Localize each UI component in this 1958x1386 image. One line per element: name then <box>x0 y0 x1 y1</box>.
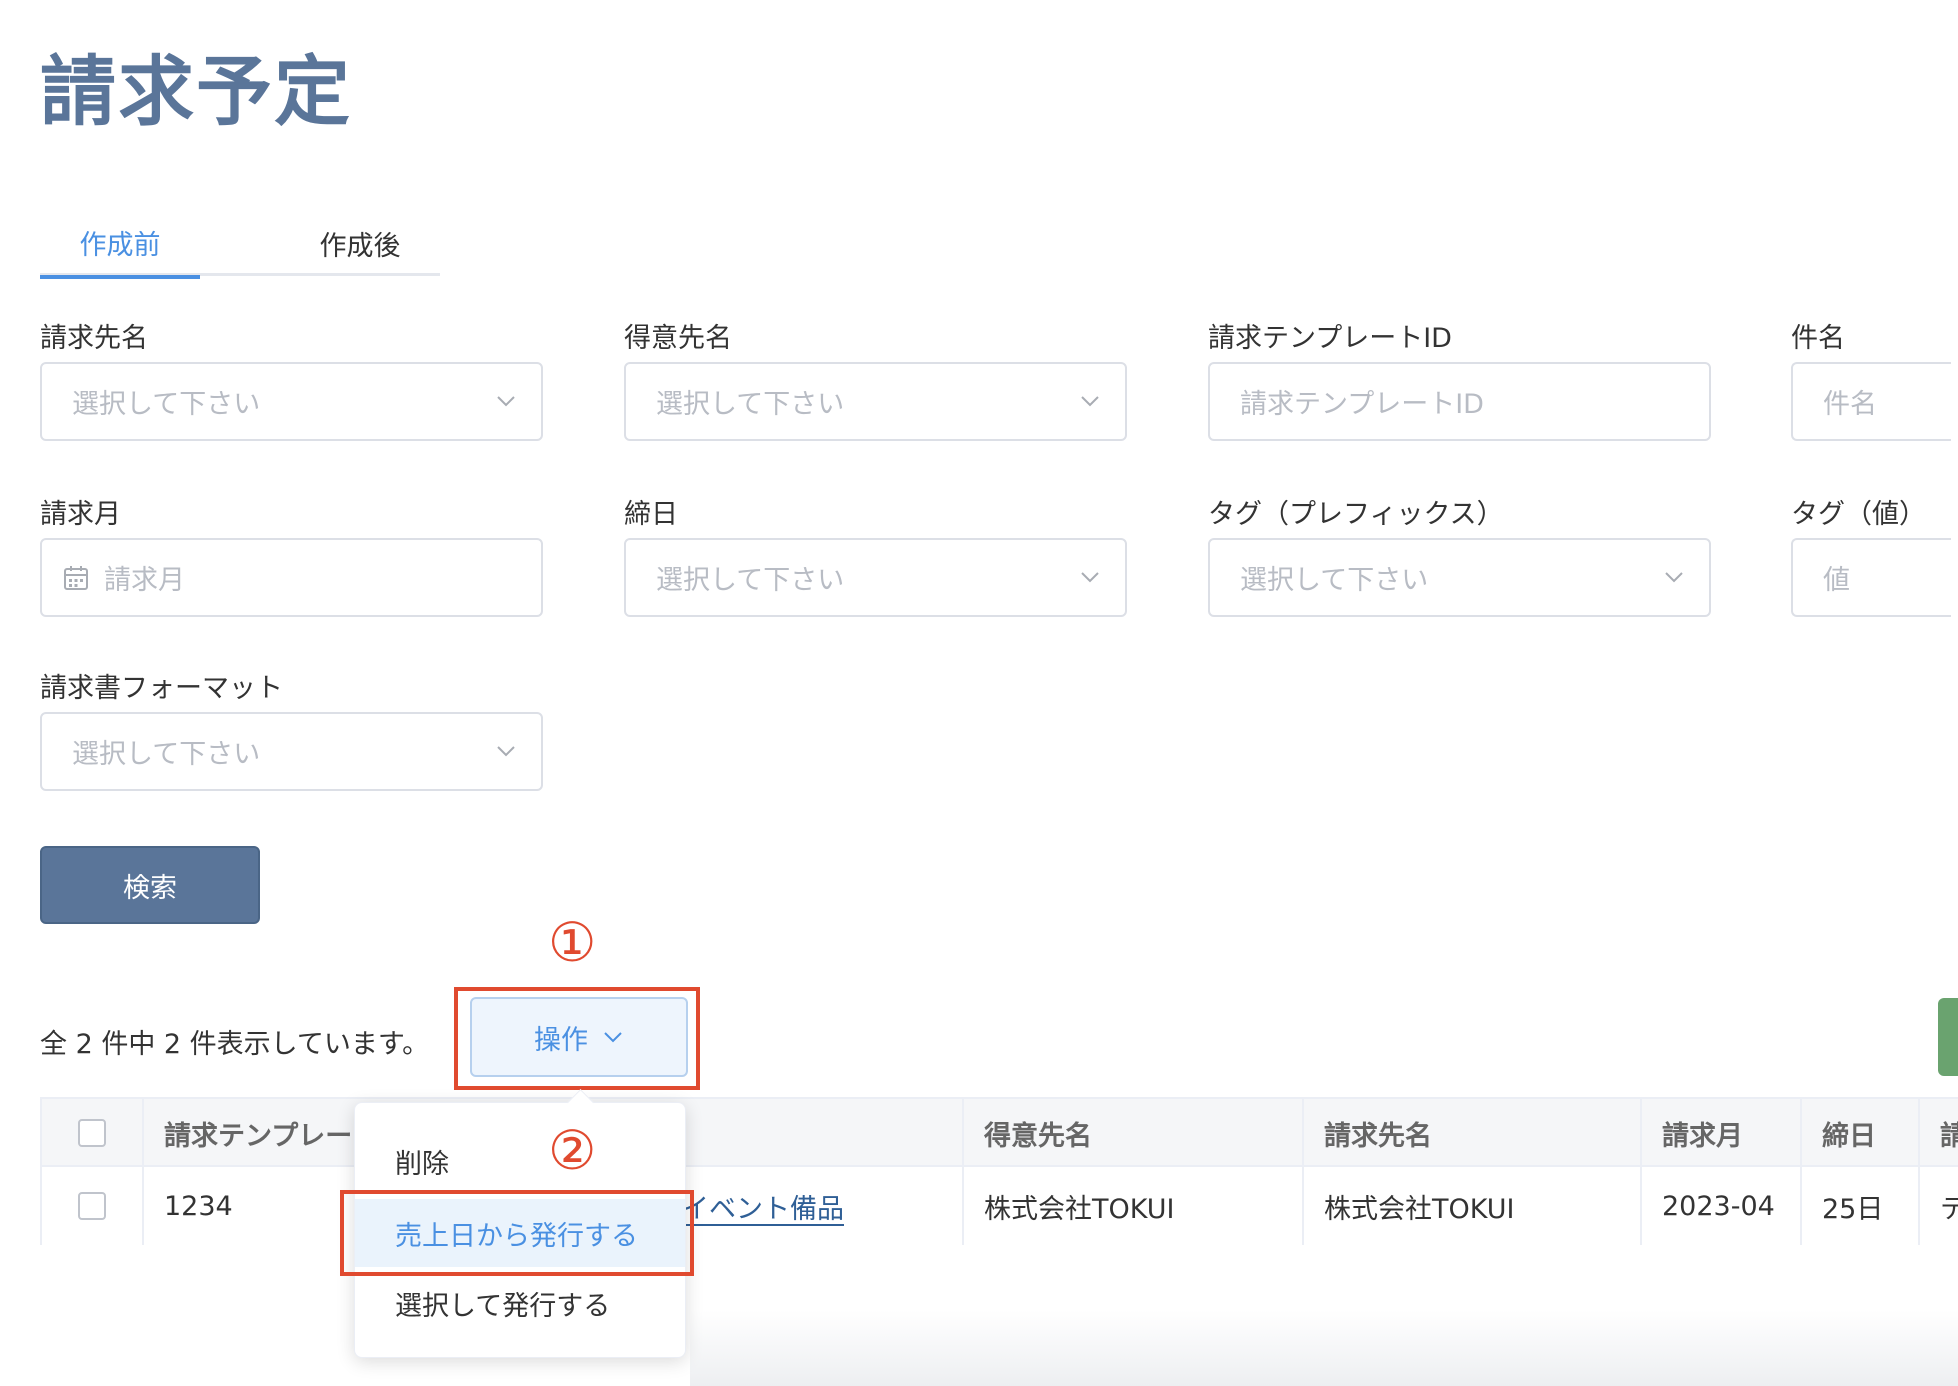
chevron-down-icon <box>1081 572 1099 583</box>
chevron-down-icon <box>497 396 515 407</box>
page-title: 請求予定 <box>40 47 352 136</box>
column-divider <box>1640 1099 1642 1245</box>
tag-prefix-label: タグ（プレフィックス） <box>1208 499 1504 530</box>
template-id-placeholder: 請求テンプレートID <box>1240 389 1484 420</box>
cell-subject[interactable]: イベント備品 <box>682 1167 844 1245</box>
column-divider <box>1302 1099 1304 1245</box>
annotation-highlight-menu-item <box>340 1190 694 1276</box>
subject-label: 件名 <box>1791 323 1845 354</box>
cell-template-id: 1234 <box>164 1190 233 1222</box>
header-truncated: 請 <box>1940 1120 1958 1152</box>
tag-prefix-select[interactable]: 選択して下さい <box>1208 538 1711 617</box>
closing-day-placeholder: 選択して下さい <box>656 565 845 596</box>
select-all-checkbox[interactable] <box>78 1119 106 1147</box>
tab-bar: 作成前 作成後 <box>40 210 440 279</box>
calendar-icon <box>64 565 88 590</box>
subject-link[interactable]: イベント備品 <box>682 1187 844 1226</box>
menu-item-delete[interactable]: 削除 <box>355 1127 685 1195</box>
chevron-down-icon <box>1665 572 1683 583</box>
billing-name-label: 請求先名 <box>40 323 148 354</box>
annotation-step-1: ① <box>548 911 597 974</box>
cell-closing-day: 25日 <box>1822 1193 1884 1225</box>
template-id-label: 請求テンプレートID <box>1208 323 1452 354</box>
cell-billing-month: 2023-04 <box>1662 1190 1775 1222</box>
tag-value-placeholder: 値 <box>1823 565 1850 596</box>
chevron-down-icon <box>497 746 515 757</box>
bottom-shadow <box>690 1310 1958 1386</box>
header-billing-month: 請求月 <box>1662 1120 1743 1152</box>
header-closing-day: 締日 <box>1822 1120 1876 1152</box>
column-divider <box>1800 1099 1802 1245</box>
cell-customer: 株式会社TOKUI <box>984 1193 1175 1225</box>
tag-value-input[interactable]: 値 <box>1791 538 1951 617</box>
cell-truncated: テ <box>1940 1193 1958 1225</box>
invoice-format-select[interactable]: 選択して下さい <box>40 712 543 791</box>
customer-name-select[interactable]: 選択して下さい <box>624 362 1127 441</box>
menu-item-select-and-issue[interactable]: 選択して発行する <box>355 1269 685 1337</box>
header-customer-name: 得意先名 <box>984 1120 1092 1152</box>
subject-input[interactable]: 件名 <box>1791 362 1951 441</box>
chevron-down-icon <box>1081 396 1099 407</box>
customer-name-placeholder: 選択して下さい <box>656 389 845 420</box>
closing-day-label: 締日 <box>624 499 678 530</box>
column-divider <box>1918 1099 1920 1245</box>
column-divider <box>962 1099 964 1245</box>
header-billing-name: 請求先名 <box>1324 1120 1432 1152</box>
tag-prefix-placeholder: 選択して下さい <box>1240 565 1429 596</box>
result-count: 全 2 件中 2 件表示しています。 <box>40 1029 430 1060</box>
row-checkbox[interactable] <box>78 1192 106 1220</box>
invoice-format-placeholder: 選択して下さい <box>72 739 261 770</box>
invoice-format-label: 請求書フォーマット <box>40 673 283 704</box>
tag-value-label: タグ（値） <box>1791 499 1926 530</box>
annotation-step-2: ② <box>548 1119 597 1182</box>
tab-after-creation[interactable]: 作成後 <box>280 210 440 276</box>
annotation-highlight-operations <box>454 987 700 1090</box>
template-id-input[interactable]: 請求テンプレートID <box>1208 362 1711 441</box>
tab-before-creation[interactable]: 作成前 <box>40 210 200 279</box>
subject-placeholder: 件名 <box>1823 389 1877 420</box>
billing-month-label: 請求月 <box>40 499 121 530</box>
billing-month-picker[interactable]: 請求月 <box>40 538 543 617</box>
billing-schedule-table: 請求テンプレー 得意先名 請求先名 請求月 締日 請 1234 イベント備品 株… <box>40 1097 1958 1245</box>
billing-name-placeholder: 選択して下さい <box>72 389 261 420</box>
billing-month-placeholder: 請求月 <box>104 565 185 596</box>
billing-name-select[interactable]: 選択して下さい <box>40 362 543 441</box>
cell-billing: 株式会社TOKUI <box>1324 1193 1515 1225</box>
customer-name-label: 得意先名 <box>624 323 732 354</box>
search-button[interactable]: 検索 <box>40 846 260 924</box>
column-divider <box>142 1099 144 1245</box>
green-action-button[interactable] <box>1938 998 1958 1076</box>
header-template-id: 請求テンプレー <box>164 1120 353 1152</box>
closing-day-select[interactable]: 選択して下さい <box>624 538 1127 617</box>
